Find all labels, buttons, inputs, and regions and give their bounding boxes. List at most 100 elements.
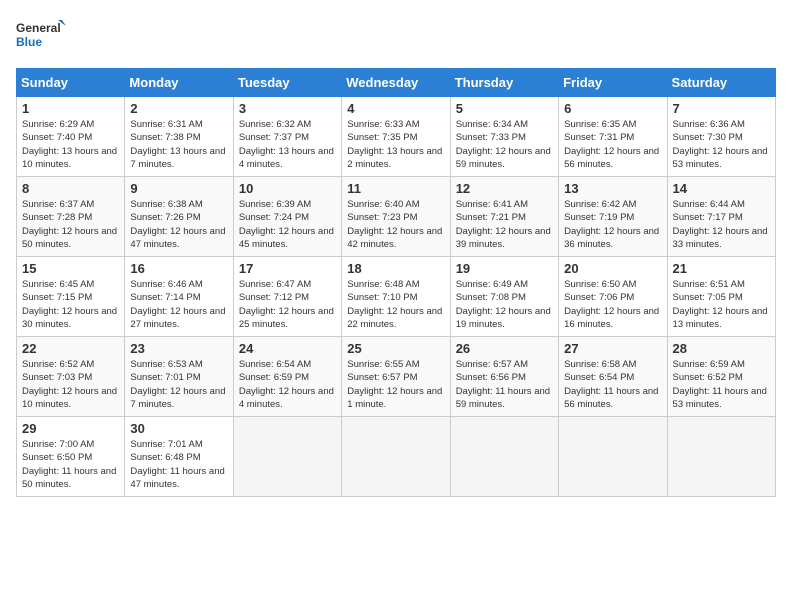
day-info: Sunrise: 6:50 AMSunset: 7:06 PMDaylight:… [564,278,661,331]
day-info: Sunrise: 6:45 AMSunset: 7:15 PMDaylight:… [22,278,119,331]
day-number: 8 [22,181,119,196]
day-number: 4 [347,101,444,116]
day-number: 26 [456,341,553,356]
calendar-cell: 9Sunrise: 6:38 AMSunset: 7:26 PMDaylight… [125,177,233,257]
column-header-friday: Friday [559,69,667,97]
calendar-cell: 28 Sunrise: 6:59 AMSunset: 6:52 PMDayligh… [667,337,775,417]
day-number: 5 [456,101,553,116]
calendar-body: 1Sunrise: 6:29 AMSunset: 7:40 PMDaylight… [17,97,776,497]
calendar-cell: 20 Sunrise: 6:50 AMSunset: 7:06 PMDayligh… [559,257,667,337]
day-info: Sunrise: 6:47 AMSunset: 7:12 PMDaylight:… [239,278,336,331]
calendar-cell: 10 Sunrise: 6:39 AMSunset: 7:24 PMDayligh… [233,177,341,257]
day-info: Sunrise: 6:44 AMSunset: 7:17 PMDaylight:… [673,198,770,251]
day-info: Sunrise: 6:54 AMSunset: 6:59 PMDaylight:… [239,358,336,411]
calendar-cell: 12 Sunrise: 6:41 AMSunset: 7:21 PMDayligh… [450,177,558,257]
column-header-thursday: Thursday [450,69,558,97]
calendar-cell: 7 Sunrise: 6:36 AMSunset: 7:30 PMDaylight… [667,97,775,177]
calendar-week-row: 8 Sunrise: 6:37 AMSunset: 7:28 PMDaylight… [17,177,776,257]
calendar-cell [559,417,667,497]
calendar-cell: 15 Sunrise: 6:45 AMSunset: 7:15 PMDayligh… [17,257,125,337]
day-number: 21 [673,261,770,276]
day-info: Sunrise: 6:41 AMSunset: 7:21 PMDaylight:… [456,198,553,251]
day-number: 18 [347,261,444,276]
day-number: 16 [130,261,227,276]
day-info: Sunrise: 6:46 AMSunset: 7:14 PMDaylight:… [130,278,227,331]
calendar-cell: 19Sunrise: 6:49 AMSunset: 7:08 PMDayligh… [450,257,558,337]
day-info: Sunrise: 7:00 AMSunset: 6:50 PMDaylight:… [22,438,119,491]
day-info: Sunrise: 6:53 AMSunset: 7:01 PMDaylight:… [130,358,227,411]
logo-svg: General Blue [16,16,66,56]
day-number: 20 [564,261,661,276]
day-info: Sunrise: 6:31 AMSunset: 7:38 PMDaylight:… [130,118,227,171]
calendar-cell: 22 Sunrise: 6:52 AMSunset: 7:03 PMDayligh… [17,337,125,417]
day-info: Sunrise: 6:29 AMSunset: 7:40 PMDaylight:… [22,118,119,171]
calendar-cell: 14 Sunrise: 6:44 AMSunset: 7:17 PMDayligh… [667,177,775,257]
calendar-cell: 13Sunrise: 6:42 AMSunset: 7:19 PMDayligh… [559,177,667,257]
day-number: 29 [22,421,119,436]
calendar-cell: 5 Sunrise: 6:34 AMSunset: 7:33 PMDaylight… [450,97,558,177]
day-info: Sunrise: 6:52 AMSunset: 7:03 PMDaylight:… [22,358,119,411]
day-number: 19 [456,261,553,276]
calendar-cell: 26 Sunrise: 6:57 AMSunset: 6:56 PMDayligh… [450,337,558,417]
day-info: Sunrise: 6:32 AMSunset: 7:37 PMDaylight:… [239,118,336,171]
day-info: Sunrise: 7:01 AMSunset: 6:48 PMDaylight:… [130,438,227,491]
calendar-cell [667,417,775,497]
day-number: 25 [347,341,444,356]
calendar-header-row: SundayMondayTuesdayWednesdayThursdayFrid… [17,69,776,97]
day-number: 30 [130,421,227,436]
day-number: 7 [673,101,770,116]
day-info: Sunrise: 6:48 AMSunset: 7:10 PMDaylight:… [347,278,444,331]
svg-text:Blue: Blue [16,35,42,49]
calendar-cell: 6 Sunrise: 6:35 AMSunset: 7:31 PMDaylight… [559,97,667,177]
day-info: Sunrise: 6:39 AMSunset: 7:24 PMDaylight:… [239,198,336,251]
calendar-cell: 25Sunrise: 6:55 AMSunset: 6:57 PMDayligh… [342,337,450,417]
calendar-cell: 30 Sunrise: 7:01 AMSunset: 6:48 PMDayligh… [125,417,233,497]
day-number: 10 [239,181,336,196]
calendar-table: SundayMondayTuesdayWednesdayThursdayFrid… [16,68,776,497]
logo: General Blue [16,16,66,56]
calendar-cell: 4Sunrise: 6:33 AMSunset: 7:35 PMDaylight… [342,97,450,177]
day-number: 14 [673,181,770,196]
calendar-week-row: 1Sunrise: 6:29 AMSunset: 7:40 PMDaylight… [17,97,776,177]
calendar-cell: 17 Sunrise: 6:47 AMSunset: 7:12 PMDayligh… [233,257,341,337]
calendar-cell: 1Sunrise: 6:29 AMSunset: 7:40 PMDaylight… [17,97,125,177]
day-number: 6 [564,101,661,116]
day-number: 28 [673,341,770,356]
calendar-cell [342,417,450,497]
day-number: 22 [22,341,119,356]
day-info: Sunrise: 6:37 AMSunset: 7:28 PMDaylight:… [22,198,119,251]
svg-text:General: General [16,21,61,35]
day-number: 3 [239,101,336,116]
calendar-cell: 24Sunrise: 6:54 AMSunset: 6:59 PMDayligh… [233,337,341,417]
column-header-sunday: Sunday [17,69,125,97]
column-header-saturday: Saturday [667,69,775,97]
calendar-cell [233,417,341,497]
day-info: Sunrise: 6:59 AMSunset: 6:52 PMDaylight:… [673,358,770,411]
day-number: 9 [130,181,227,196]
day-info: Sunrise: 6:57 AMSunset: 6:56 PMDaylight:… [456,358,553,411]
calendar-cell: 21Sunrise: 6:51 AMSunset: 7:05 PMDayligh… [667,257,775,337]
column-header-tuesday: Tuesday [233,69,341,97]
day-number: 12 [456,181,553,196]
calendar-cell: 11 Sunrise: 6:40 AMSunset: 7:23 PMDayligh… [342,177,450,257]
calendar-cell [450,417,558,497]
day-info: Sunrise: 6:35 AMSunset: 7:31 PMDaylight:… [564,118,661,171]
day-number: 23 [130,341,227,356]
day-info: Sunrise: 6:58 AMSunset: 6:54 PMDaylight:… [564,358,661,411]
day-number: 15 [22,261,119,276]
column-header-monday: Monday [125,69,233,97]
calendar-week-row: 22 Sunrise: 6:52 AMSunset: 7:03 PMDayligh… [17,337,776,417]
day-number: 27 [564,341,661,356]
day-number: 2 [130,101,227,116]
day-info: Sunrise: 6:34 AMSunset: 7:33 PMDaylight:… [456,118,553,171]
day-number: 17 [239,261,336,276]
header: General Blue [16,16,776,56]
calendar-cell: 23 Sunrise: 6:53 AMSunset: 7:01 PMDayligh… [125,337,233,417]
calendar-cell: 8 Sunrise: 6:37 AMSunset: 7:28 PMDaylight… [17,177,125,257]
calendar-cell: 18 Sunrise: 6:48 AMSunset: 7:10 PMDayligh… [342,257,450,337]
day-info: Sunrise: 6:36 AMSunset: 7:30 PMDaylight:… [673,118,770,171]
calendar-cell: 27 Sunrise: 6:58 AMSunset: 6:54 PMDayligh… [559,337,667,417]
calendar-week-row: 29 Sunrise: 7:00 AMSunset: 6:50 PMDayligh… [17,417,776,497]
day-info: Sunrise: 6:40 AMSunset: 7:23 PMDaylight:… [347,198,444,251]
day-number: 11 [347,181,444,196]
